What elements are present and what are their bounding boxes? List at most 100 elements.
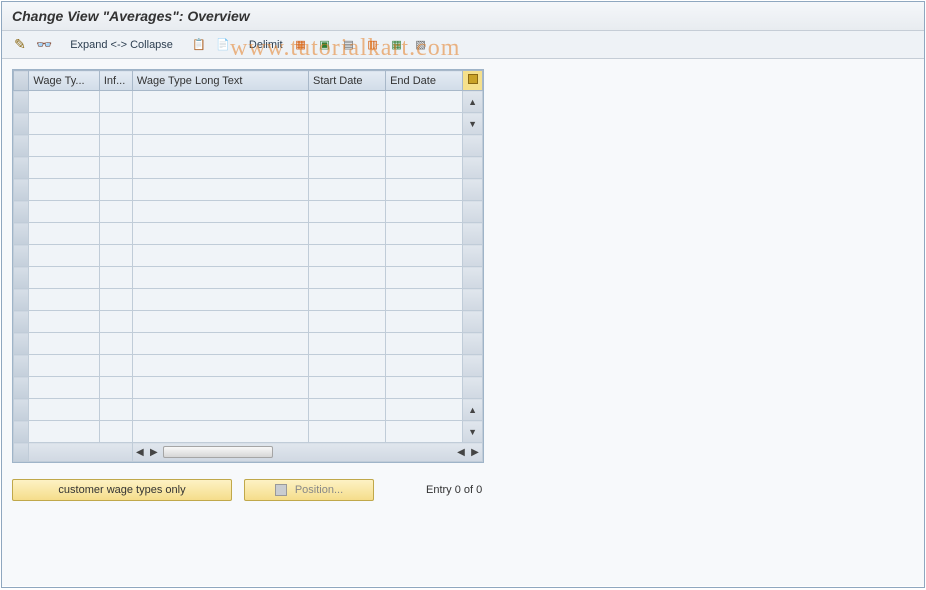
- cell[interactable]: [99, 245, 132, 267]
- col-header-long-text[interactable]: Wage Type Long Text: [132, 71, 308, 91]
- cell[interactable]: [386, 135, 463, 157]
- cell[interactable]: [99, 113, 132, 135]
- cell[interactable]: [29, 377, 99, 399]
- cell[interactable]: [309, 91, 386, 113]
- paste-icon[interactable]: 📄: [213, 35, 233, 55]
- cell[interactable]: [386, 355, 463, 377]
- cell[interactable]: [99, 311, 132, 333]
- edit-icon[interactable]: ✎: [10, 35, 30, 55]
- cell[interactable]: [29, 179, 99, 201]
- copy-icon[interactable]: 📋: [189, 35, 209, 55]
- cell[interactable]: [386, 223, 463, 245]
- cell[interactable]: [99, 267, 132, 289]
- hscroll-right-button-2[interactable]: ◀: [454, 444, 468, 460]
- row-selector[interactable]: [14, 91, 29, 113]
- cell[interactable]: [132, 355, 308, 377]
- cell[interactable]: [99, 179, 132, 201]
- cell[interactable]: [29, 223, 99, 245]
- cell[interactable]: [29, 113, 99, 135]
- row-selector[interactable]: [14, 157, 29, 179]
- cell[interactable]: [309, 289, 386, 311]
- row-selector[interactable]: [14, 245, 29, 267]
- vscroll-up-button[interactable]: ▲: [463, 95, 482, 109]
- hscroll-right-button[interactable]: ▶: [468, 444, 482, 460]
- toolbar-icon-2[interactable]: ▣: [315, 35, 335, 55]
- cell[interactable]: [309, 377, 386, 399]
- cell[interactable]: [132, 201, 308, 223]
- cell[interactable]: [132, 289, 308, 311]
- cell[interactable]: [386, 421, 463, 443]
- row-selector[interactable]: [14, 201, 29, 223]
- hscroll-left-button-2[interactable]: ▶: [147, 444, 161, 460]
- cell[interactable]: [29, 267, 99, 289]
- cell[interactable]: [99, 201, 132, 223]
- vscroll-up-button-2[interactable]: ▲: [463, 403, 482, 417]
- row-selector[interactable]: [14, 113, 29, 135]
- cell[interactable]: [309, 355, 386, 377]
- row-selector[interactable]: [14, 311, 29, 333]
- cell[interactable]: [29, 289, 99, 311]
- vscroll-down-button-2[interactable]: ▼: [463, 425, 482, 439]
- cell[interactable]: [99, 333, 132, 355]
- cell[interactable]: [132, 179, 308, 201]
- cell[interactable]: [309, 267, 386, 289]
- cell[interactable]: [99, 421, 132, 443]
- cell[interactable]: [29, 91, 99, 113]
- toolbar-icon-5[interactable]: ▦: [387, 35, 407, 55]
- toolbar-icon-1[interactable]: ▦: [291, 35, 311, 55]
- cell[interactable]: [132, 333, 308, 355]
- cell[interactable]: [132, 421, 308, 443]
- col-header-wage-type[interactable]: Wage Ty...: [29, 71, 99, 91]
- cell[interactable]: [386, 311, 463, 333]
- cell[interactable]: [309, 333, 386, 355]
- row-selector[interactable]: [14, 179, 29, 201]
- cell[interactable]: [386, 201, 463, 223]
- cell[interactable]: [29, 333, 99, 355]
- cell[interactable]: [99, 399, 132, 421]
- cell[interactable]: [132, 399, 308, 421]
- toolbar-icon-6[interactable]: ▧: [411, 35, 431, 55]
- cell[interactable]: [386, 377, 463, 399]
- table-settings-icon[interactable]: [463, 71, 483, 91]
- cell[interactable]: [132, 377, 308, 399]
- row-selector[interactable]: [14, 135, 29, 157]
- display-icon[interactable]: 👓: [34, 35, 54, 55]
- toolbar-icon-3[interactable]: ▤: [339, 35, 359, 55]
- row-selector[interactable]: [14, 267, 29, 289]
- cell[interactable]: [99, 91, 132, 113]
- cell[interactable]: [386, 289, 463, 311]
- row-selector[interactable]: [14, 355, 29, 377]
- cell[interactable]: [132, 245, 308, 267]
- cell[interactable]: [309, 135, 386, 157]
- cell[interactable]: [309, 311, 386, 333]
- cell[interactable]: [309, 201, 386, 223]
- cell[interactable]: [99, 223, 132, 245]
- cell[interactable]: [309, 245, 386, 267]
- cell[interactable]: [132, 135, 308, 157]
- row-selector[interactable]: [14, 377, 29, 399]
- cell[interactable]: [132, 157, 308, 179]
- cell[interactable]: [309, 399, 386, 421]
- hscroll-thumb[interactable]: [163, 446, 273, 458]
- toolbar-icon-4[interactable]: ▥: [363, 35, 383, 55]
- cell[interactable]: [386, 113, 463, 135]
- delimit-button[interactable]: Delimit: [245, 39, 287, 51]
- col-header-start-date[interactable]: Start Date: [309, 71, 386, 91]
- cell[interactable]: [29, 355, 99, 377]
- cell[interactable]: [386, 179, 463, 201]
- cell[interactable]: [99, 377, 132, 399]
- cell[interactable]: [99, 289, 132, 311]
- row-selector[interactable]: [14, 421, 29, 443]
- cell[interactable]: [386, 245, 463, 267]
- col-header-end-date[interactable]: End Date: [386, 71, 463, 91]
- col-header-inf[interactable]: Inf...: [99, 71, 132, 91]
- cell[interactable]: [132, 91, 308, 113]
- cell[interactable]: [386, 399, 463, 421]
- hscroll-left-button[interactable]: ◀: [133, 444, 147, 460]
- customer-wage-types-button[interactable]: customer wage types only: [12, 479, 232, 501]
- row-selector[interactable]: [14, 399, 29, 421]
- position-button[interactable]: Position...: [244, 479, 374, 501]
- cell[interactable]: [309, 179, 386, 201]
- cell[interactable]: [386, 91, 463, 113]
- cell[interactable]: [29, 421, 99, 443]
